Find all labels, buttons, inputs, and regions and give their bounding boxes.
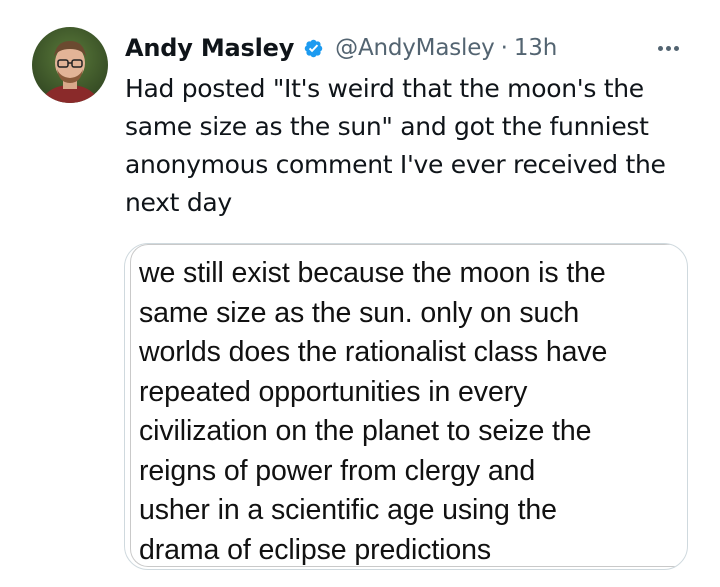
tweet-text-line: next day	[125, 188, 232, 217]
comment-line: we still exist because the moon is the	[139, 257, 606, 289]
comment-line: reigns of power from clergy and	[139, 454, 536, 487]
timestamp[interactable]: 13h	[514, 35, 557, 61]
tweet-media-image[interactable]: we still exist because the moon is the s…	[124, 243, 688, 570]
comment-line: same size as the sun. only on such	[139, 296, 580, 329]
author-name[interactable]: Andy Masley	[125, 34, 294, 62]
tweet-text: Had posted "It's weird that the moon's t…	[125, 70, 695, 222]
comment-line: worlds does the rationalist class have	[139, 336, 608, 368]
comment-line: usher in a scientific age using the	[139, 494, 557, 526]
comment-line: civilization on the planet to seize the	[139, 415, 592, 447]
more-options-icon[interactable]	[650, 31, 686, 65]
tweet-header: Andy Masley @AndyMasley · 13h	[125, 28, 692, 68]
tweet-text-line: anonymous comment I've ever received the	[125, 150, 666, 179]
comment-line: repeated opportunities in every	[139, 375, 528, 408]
comment-text: we still exist because the moon is the s…	[139, 254, 679, 569]
profile-photo	[32, 27, 108, 103]
separator-dot: ·	[500, 35, 508, 61]
tweet-text-line: Had posted "It's weird that the moon's t…	[125, 74, 644, 103]
tweet-text-line: same size as the sun" and got the funnie…	[125, 112, 649, 141]
author-handle[interactable]: @AndyMasley	[335, 35, 495, 61]
verified-badge-icon[interactable]	[301, 36, 326, 61]
avatar[interactable]	[32, 27, 108, 103]
comment-line: drama of eclipse predictions	[139, 533, 492, 566]
